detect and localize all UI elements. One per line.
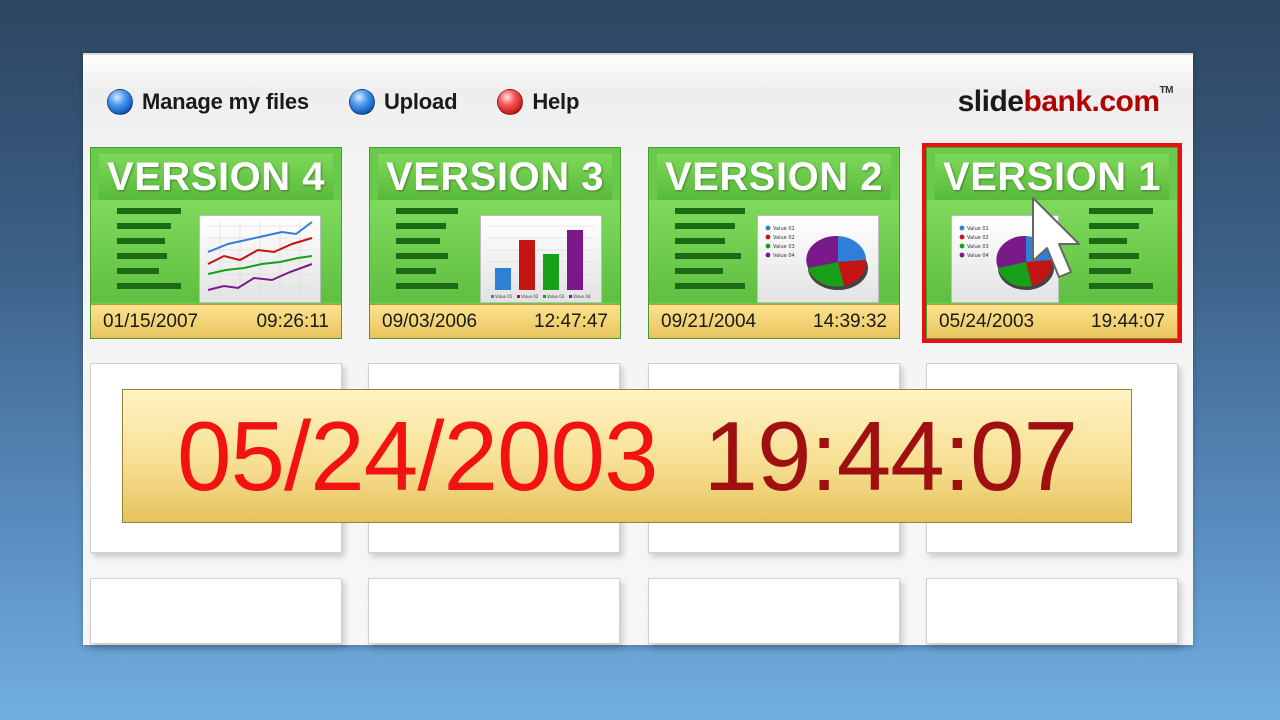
mouse-pointer-icon — [1032, 197, 1080, 278]
text-lines-icon — [675, 208, 745, 298]
version-time: 12:47:47 — [534, 310, 608, 332]
version-timestamp: 09/03/2006 12:47:47 — [370, 304, 620, 338]
version-title: VERSION 2 — [657, 154, 891, 200]
top-nav: Manage my files Upload Help — [107, 85, 619, 119]
pie-chart-thumbnail: Value 01 Value 02 Value 03 Value 04 — [757, 215, 879, 303]
legend-value-02: Value 02 — [967, 235, 989, 241]
banner-date: 05/24/2003 — [177, 401, 658, 511]
version-card-4[interactable]: VERSION 4 01/15/2007 09:26:11 — [90, 147, 342, 339]
upload-label: Upload — [383, 89, 458, 114]
bar-chart-thumbnail: Value 01 Value 02 Value 03 Value 04 — [480, 215, 602, 303]
manage-files-button[interactable]: Manage my files — [107, 89, 309, 115]
legend-value-03: Value 03 — [547, 294, 565, 299]
empty-slot[interactable] — [368, 578, 620, 644]
version-time: 09:26:11 — [256, 310, 329, 332]
version-title: VERSION 3 — [378, 154, 612, 200]
red-ball-icon — [497, 89, 524, 115]
legend-value-03: Value 03 — [967, 244, 989, 250]
help-button[interactable]: Help — [497, 89, 579, 115]
blue-ball-icon — [348, 89, 375, 115]
empty-slot[interactable] — [926, 578, 1178, 644]
legend-value-01: Value 01 — [495, 294, 513, 299]
legend-value-04: Value 04 — [967, 253, 989, 259]
selected-version-timestamp-banner: 05/24/2003 19:44:07 — [122, 389, 1132, 523]
version-timestamp: 01/15/2007 09:26:11 — [91, 304, 341, 338]
text-lines-icon — [396, 208, 458, 298]
text-lines-icon — [117, 208, 181, 298]
version-title: VERSION 1 — [935, 154, 1169, 200]
legend-value-02: Value 02 — [773, 235, 795, 241]
legend-value-02: Value 02 — [521, 294, 539, 299]
version-timestamp: 09/21/2004 14:39:32 — [649, 304, 899, 338]
version-date: 01/15/2007 — [103, 310, 199, 332]
app-window: Manage my files Upload Help slidebank.co… — [83, 53, 1193, 645]
empty-slot[interactable] — [648, 578, 900, 644]
legend-value-01: Value 01 — [773, 226, 795, 232]
version-date: 05/24/2003 — [939, 310, 1035, 332]
version-card-3[interactable]: VERSION 3 Value 01 Value 02 Value 03 Val… — [369, 147, 621, 339]
manage-files-label: Manage my files — [142, 89, 309, 114]
legend-value-04: Value 04 — [573, 294, 591, 299]
upload-button[interactable]: Upload — [348, 89, 458, 115]
legend-value-04: Value 04 — [773, 253, 795, 259]
legend-value-01: Value 01 — [967, 226, 989, 232]
version-date: 09/03/2006 — [382, 310, 478, 332]
version-timestamp: 05/24/2003 19:44:07 — [927, 304, 1177, 338]
text-lines-icon — [1089, 208, 1153, 298]
version-date: 09/21/2004 — [661, 310, 757, 332]
blue-ball-icon — [107, 89, 133, 115]
empty-slot[interactable] — [90, 578, 342, 644]
legend-value-03: Value 03 — [773, 244, 795, 250]
help-label: Help — [532, 89, 580, 114]
version-title: VERSION 4 — [99, 154, 333, 200]
line-chart-thumbnail — [199, 215, 321, 303]
version-time: 14:39:32 — [813, 310, 887, 332]
version-time: 19:44:07 — [1091, 310, 1165, 332]
slidebank-logo: slidebank.comTM — [957, 85, 1174, 118]
version-card-2[interactable]: VERSION 2 Value 01 Value 02 Value 03 Val… — [648, 147, 900, 339]
banner-time: 19:44:07 — [703, 401, 1078, 511]
